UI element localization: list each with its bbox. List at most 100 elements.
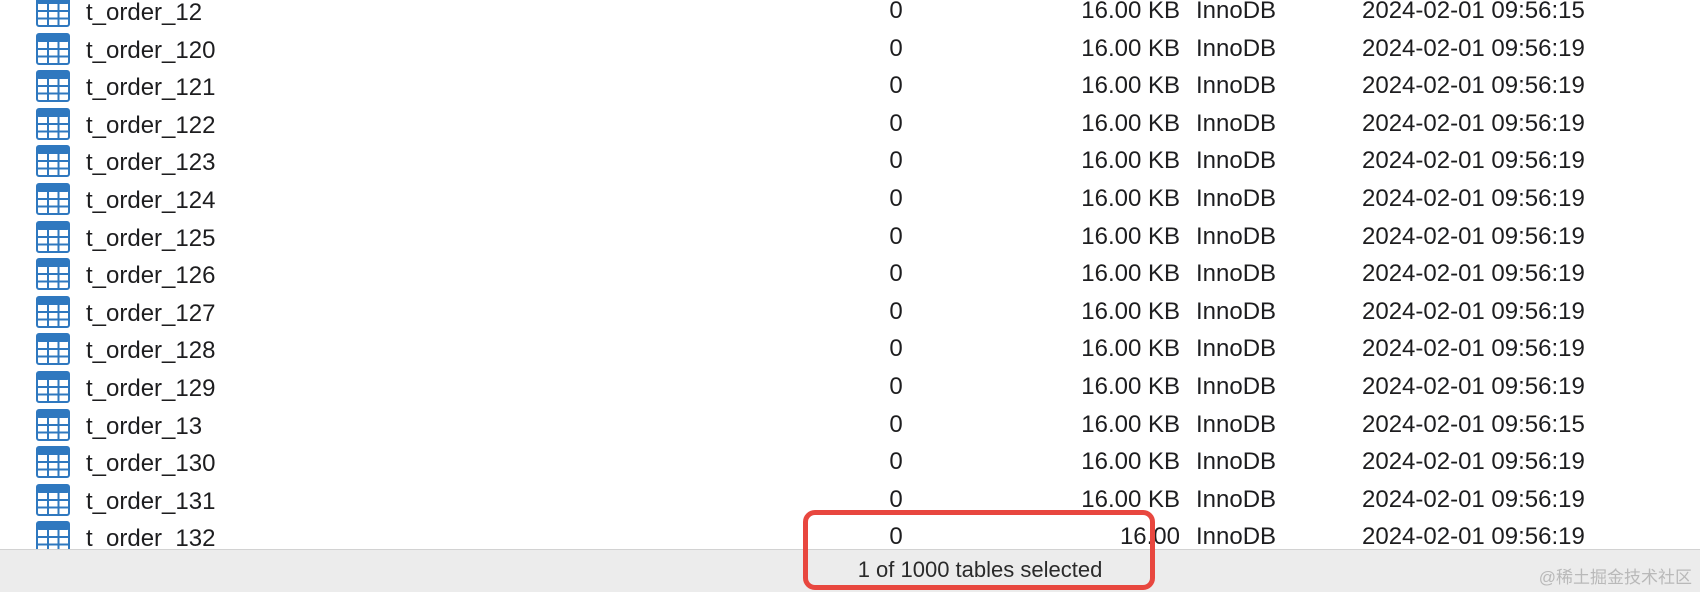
table-modified-time: 2024-02-01 09:56:19 bbox=[1362, 485, 1585, 513]
table-grid-icon bbox=[36, 145, 70, 178]
table-data-size: 16.00 KB bbox=[1081, 184, 1180, 212]
table-engine: InnoDB bbox=[1196, 335, 1277, 363]
table-data-size: 16.00 KB bbox=[1081, 147, 1180, 175]
table-row-count: 0 bbox=[889, 109, 903, 137]
table-row[interactable]: t_order_121 0 16.00 KB InnoDB 2024-02-01… bbox=[0, 67, 1700, 105]
table-browser-window: t_order_12 0 16.00 KB InnoDB 2024-02-01 … bbox=[0, 0, 1700, 592]
table-grid-icon bbox=[36, 483, 70, 516]
table-name: t_order_130 bbox=[86, 450, 216, 478]
table-row[interactable]: t_order_12 0 16.00 KB InnoDB 2024-02-01 … bbox=[0, 0, 1700, 30]
table-row-count: 0 bbox=[889, 485, 903, 513]
table-name: t_order_131 bbox=[86, 487, 216, 515]
table-row-count: 0 bbox=[889, 72, 903, 100]
table-row[interactable]: t_order_132 0 16.00 InnoDB 2024-02-01 09… bbox=[0, 518, 1700, 549]
table-grid-icon bbox=[36, 295, 70, 328]
table-modified-time: 2024-02-01 09:56:15 bbox=[1362, 410, 1585, 438]
table-grid-icon bbox=[36, 370, 70, 403]
table-row-count: 0 bbox=[889, 34, 903, 62]
table-row[interactable]: t_order_123 0 16.00 KB InnoDB 2024-02-01… bbox=[0, 142, 1700, 180]
table-row[interactable]: t_order_130 0 16.00 KB InnoDB 2024-02-01… bbox=[0, 443, 1700, 481]
status-bar: 1 of 1000 tables selected bbox=[0, 549, 1700, 592]
table-engine: InnoDB bbox=[1196, 410, 1277, 438]
table-name: t_order_129 bbox=[86, 374, 216, 402]
table-modified-time: 2024-02-01 09:56:19 bbox=[1362, 523, 1585, 549]
table-modified-time: 2024-02-01 09:56:19 bbox=[1362, 184, 1585, 212]
table-name: t_order_126 bbox=[86, 262, 216, 290]
table-grid-icon bbox=[36, 333, 70, 366]
table-data-size: 16.00 bbox=[1119, 523, 1180, 549]
table-engine: InnoDB bbox=[1196, 34, 1277, 62]
table-row[interactable]: t_order_125 0 16.00 KB InnoDB 2024-02-01… bbox=[0, 218, 1700, 256]
table-data-size: 16.00 KB bbox=[1081, 485, 1180, 513]
table-modified-time: 2024-02-01 09:56:19 bbox=[1362, 297, 1585, 325]
table-row-count: 0 bbox=[889, 222, 903, 250]
table-row-count: 0 bbox=[889, 523, 903, 549]
table-data-size: 16.00 KB bbox=[1081, 335, 1180, 363]
table-data-size: 16.00 KB bbox=[1081, 109, 1180, 137]
table-name: t_order_120 bbox=[86, 36, 216, 64]
table-name: t_order_132 bbox=[86, 525, 216, 549]
table-engine: InnoDB bbox=[1196, 297, 1277, 325]
table-grid-icon bbox=[36, 0, 70, 27]
table-row[interactable]: t_order_129 0 16.00 KB InnoDB 2024-02-01… bbox=[0, 368, 1700, 406]
table-row-count: 0 bbox=[889, 297, 903, 325]
table-data-size: 16.00 KB bbox=[1081, 260, 1180, 288]
table-modified-time: 2024-02-01 09:56:19 bbox=[1362, 260, 1585, 288]
table-modified-time: 2024-02-01 09:56:19 bbox=[1362, 34, 1585, 62]
table-data-size: 16.00 KB bbox=[1081, 372, 1180, 400]
table-engine: InnoDB bbox=[1196, 222, 1277, 250]
table-modified-time: 2024-02-01 09:56:19 bbox=[1362, 372, 1585, 400]
watermark: @稀土掘金技术社区 bbox=[1538, 568, 1692, 587]
table-row[interactable]: t_order_126 0 16.00 KB InnoDB 2024-02-01… bbox=[0, 255, 1700, 293]
table-engine: InnoDB bbox=[1196, 372, 1277, 400]
table-modified-time: 2024-02-01 09:56:19 bbox=[1362, 222, 1585, 250]
table-name: t_order_127 bbox=[86, 299, 216, 327]
table-row-count: 0 bbox=[889, 184, 903, 212]
table-grid-icon bbox=[36, 70, 70, 103]
table-grid-icon bbox=[36, 182, 70, 215]
table-engine: InnoDB bbox=[1196, 260, 1277, 288]
table-modified-time: 2024-02-01 09:56:19 bbox=[1362, 147, 1585, 175]
table-engine: InnoDB bbox=[1196, 485, 1277, 513]
table-row-count: 0 bbox=[889, 372, 903, 400]
table-data-size: 16.00 KB bbox=[1081, 222, 1180, 250]
table-grid-icon bbox=[36, 220, 70, 253]
table-data-size: 16.00 KB bbox=[1081, 297, 1180, 325]
table-engine: InnoDB bbox=[1196, 448, 1277, 476]
table-data-size: 16.00 KB bbox=[1081, 34, 1180, 62]
table-grid-icon bbox=[36, 446, 70, 479]
table-data-size: 16.00 KB bbox=[1081, 0, 1180, 24]
table-data-size: 16.00 KB bbox=[1081, 448, 1180, 476]
table-row[interactable]: t_order_127 0 16.00 KB InnoDB 2024-02-01… bbox=[0, 293, 1700, 331]
table-modified-time: 2024-02-01 09:56:19 bbox=[1362, 448, 1585, 476]
table-engine: InnoDB bbox=[1196, 72, 1277, 100]
table-row[interactable]: t_order_122 0 16.00 KB InnoDB 2024-02-01… bbox=[0, 105, 1700, 143]
table-modified-time: 2024-02-01 09:56:15 bbox=[1362, 0, 1585, 24]
table-name: t_order_124 bbox=[86, 186, 216, 214]
table-row-count: 0 bbox=[889, 260, 903, 288]
table-name: t_order_125 bbox=[86, 224, 216, 252]
table-row[interactable]: t_order_128 0 16.00 KB InnoDB 2024-02-01… bbox=[0, 330, 1700, 368]
table-row[interactable]: t_order_120 0 16.00 KB InnoDB 2024-02-01… bbox=[0, 30, 1700, 68]
table-row-count: 0 bbox=[889, 335, 903, 363]
table-engine: InnoDB bbox=[1196, 184, 1277, 212]
table-list[interactable]: t_order_12 0 16.00 KB InnoDB 2024-02-01 … bbox=[0, 0, 1700, 549]
table-row-count: 0 bbox=[889, 147, 903, 175]
table-engine: InnoDB bbox=[1196, 147, 1277, 175]
table-engine: InnoDB bbox=[1196, 109, 1277, 137]
table-grid-icon bbox=[36, 32, 70, 65]
table-engine: InnoDB bbox=[1196, 0, 1277, 24]
table-name: t_order_121 bbox=[86, 74, 216, 102]
table-name: t_order_13 bbox=[86, 412, 203, 440]
table-grid-icon bbox=[36, 107, 70, 140]
table-row[interactable]: t_order_13 0 16.00 KB InnoDB 2024-02-01 … bbox=[0, 406, 1700, 444]
table-engine: InnoDB bbox=[1196, 523, 1277, 549]
table-data-size: 16.00 KB bbox=[1081, 410, 1180, 438]
table-grid-icon bbox=[36, 258, 70, 291]
table-row-count: 0 bbox=[889, 410, 903, 438]
table-row[interactable]: t_order_124 0 16.00 KB InnoDB 2024-02-01… bbox=[0, 180, 1700, 218]
table-modified-time: 2024-02-01 09:56:19 bbox=[1362, 335, 1585, 363]
table-row-count: 0 bbox=[889, 0, 903, 24]
table-row[interactable]: t_order_131 0 16.00 KB InnoDB 2024-02-01… bbox=[0, 481, 1700, 519]
table-name: t_order_123 bbox=[86, 149, 216, 177]
